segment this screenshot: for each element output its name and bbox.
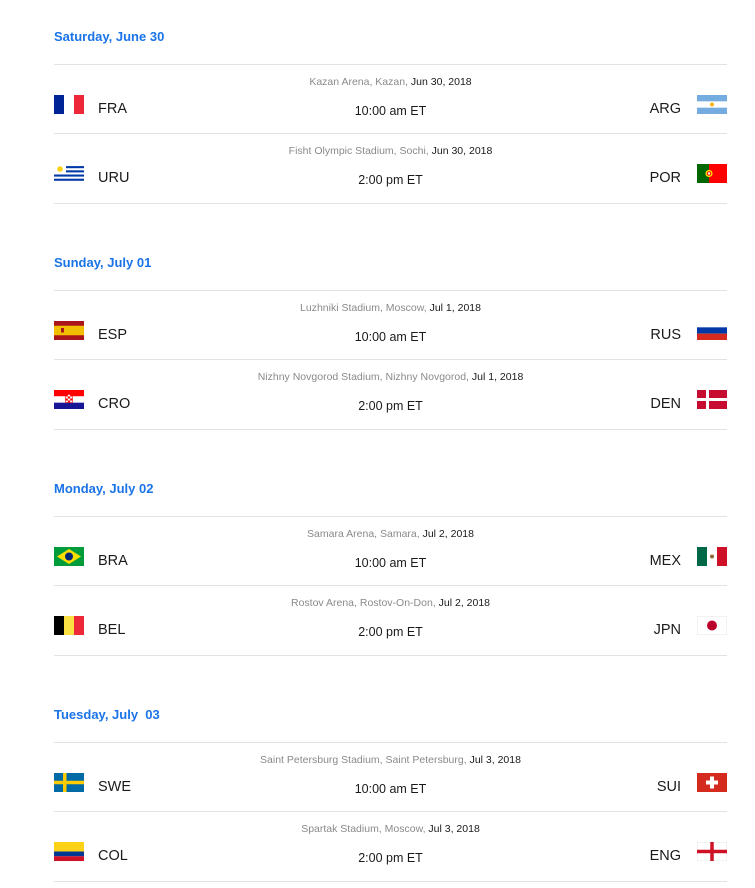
portugal-flag-icon bbox=[697, 164, 727, 183]
match-row[interactable]: Nizhny Novgorod Stadium, Nizhny Novgorod… bbox=[54, 359, 727, 430]
match-time: 2:00 pm ET bbox=[358, 625, 423, 639]
match-time: 10:00 am ET bbox=[354, 782, 427, 796]
away-team-code: ENG bbox=[649, 848, 681, 864]
away-team-code: MEX bbox=[649, 553, 681, 569]
match-venue: Saint Petersburg Stadium, Saint Petersbu… bbox=[260, 754, 521, 766]
switzerland-flag-icon bbox=[697, 773, 727, 792]
match-row[interactable]: Saint Petersburg Stadium, Saint Petersbu… bbox=[54, 742, 727, 812]
match-venue: Fisht Olympic Stadium, Sochi, Jun 30, 20… bbox=[288, 145, 493, 157]
match-row[interactable]: Kazan Arena, Kazan, Jun 30, 2018 FRA 10:… bbox=[54, 64, 727, 134]
argentina-flag-icon bbox=[697, 95, 727, 114]
match-time: 10:00 am ET bbox=[354, 104, 427, 118]
away-team-code: JPN bbox=[653, 622, 681, 638]
match-row[interactable]: Luzhniki Stadium, Moscow, Jul 1, 2018 ES… bbox=[54, 290, 727, 360]
away-team-code: POR bbox=[649, 170, 681, 186]
match-time: 10:00 am ET bbox=[354, 556, 427, 570]
match-row[interactable]: Fisht Olympic Stadium, Sochi, Jun 30, 20… bbox=[54, 133, 727, 204]
away-team-code: DEN bbox=[650, 396, 681, 412]
match-venue: Rostov Arena, Rostov-On-Don, Jul 2, 2018 bbox=[290, 597, 491, 609]
away-team-code: ARG bbox=[649, 101, 681, 117]
away-team-code: RUS bbox=[650, 327, 681, 343]
match-row[interactable]: Spartak Stadium, Moscow, Jul 3, 2018 COL… bbox=[54, 811, 727, 882]
match-time: 2:00 pm ET bbox=[358, 851, 423, 865]
match-row[interactable]: Rostov Arena, Rostov-On-Don, Jul 2, 2018… bbox=[54, 585, 727, 656]
day-title: Sunday, July 01 bbox=[54, 255, 152, 270]
match-time: 2:00 pm ET bbox=[358, 399, 423, 413]
away-team-code: SUI bbox=[656, 779, 681, 795]
denmark-flag-icon bbox=[697, 390, 727, 409]
england-flag-icon bbox=[697, 842, 727, 861]
japan-flag-icon bbox=[697, 616, 727, 635]
day-title: Tuesday, July 03 bbox=[54, 707, 160, 722]
match-time: 2:00 pm ET bbox=[358, 173, 423, 187]
match-venue: Kazan Arena, Kazan, Jun 30, 2018 bbox=[309, 76, 472, 88]
russia-flag-icon bbox=[697, 321, 727, 340]
match-time: 10:00 am ET bbox=[354, 330, 427, 344]
match-venue: Luzhniki Stadium, Moscow, Jul 1, 2018 bbox=[300, 302, 481, 314]
match-venue: Spartak Stadium, Moscow, Jul 3, 2018 bbox=[301, 823, 480, 835]
match-venue: Nizhny Novgorod Stadium, Nizhny Novgorod… bbox=[257, 371, 524, 383]
match-venue: Samara Arena, Samara, Jul 2, 2018 bbox=[307, 528, 474, 540]
match-row[interactable]: Samara Arena, Samara, Jul 2, 2018 BRA 10… bbox=[54, 516, 727, 586]
day-title: Saturday, June 30 bbox=[54, 29, 165, 44]
mexico-flag-icon bbox=[697, 547, 727, 566]
day-title: Monday, July 02 bbox=[54, 481, 154, 496]
